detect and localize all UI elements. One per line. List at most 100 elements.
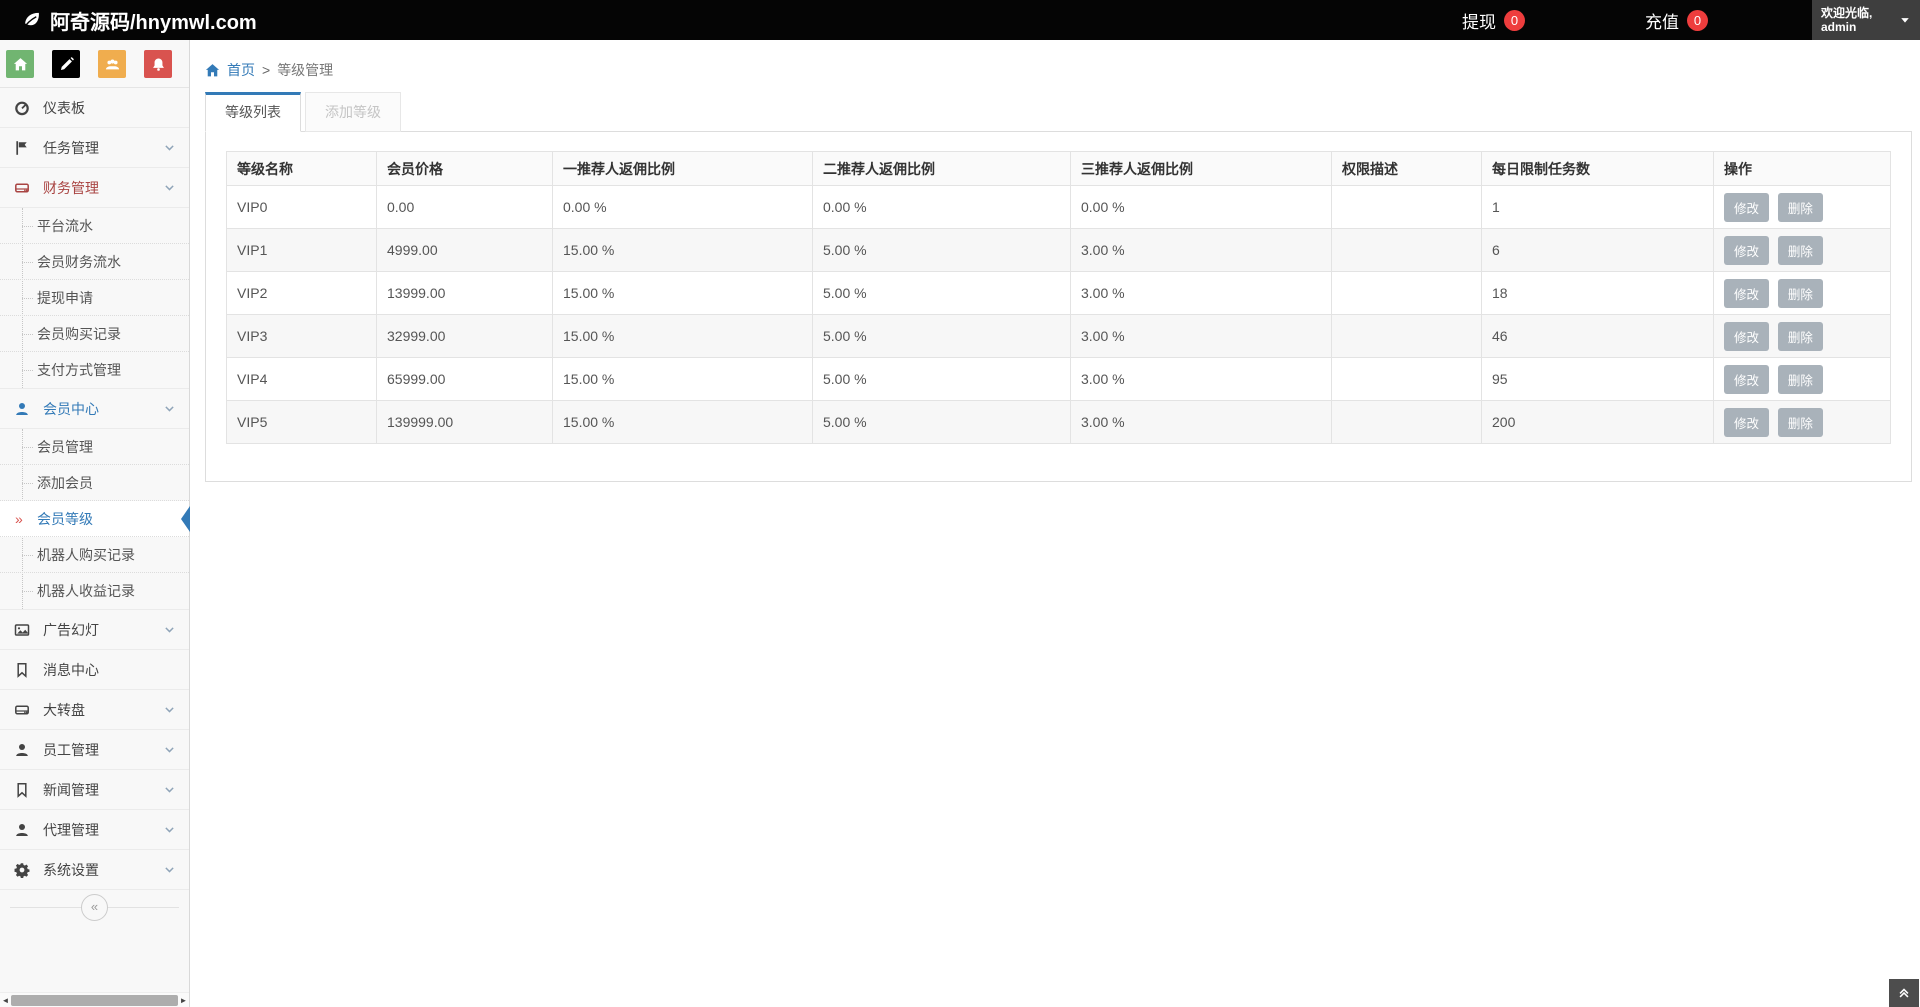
users-icon	[105, 57, 120, 72]
sidebar-subitem-member-management[interactable]: 会员管理	[0, 429, 189, 465]
cell-permission	[1332, 401, 1482, 444]
notifications-quick-button[interactable]	[144, 50, 172, 78]
user-icon	[13, 822, 31, 838]
chevron-down-icon	[163, 743, 176, 756]
sidebar-item-task-management[interactable]: 任务管理	[0, 128, 189, 168]
scroll-right-arrow-icon[interactable]: ►	[178, 996, 189, 1005]
home-icon	[13, 57, 28, 72]
edit-button[interactable]: 修改	[1724, 408, 1769, 437]
cell-rate-1: 15.00 %	[553, 401, 813, 444]
chevron-down-icon	[163, 402, 176, 415]
withdraw-badge: 0	[1504, 10, 1525, 31]
cell-rate-2: 5.00 %	[813, 358, 1071, 401]
cell-rate-2: 5.00 %	[813, 401, 1071, 444]
sidebar-item-staff-management[interactable]: 员工管理	[0, 730, 189, 770]
page-title: 等级管理	[277, 60, 333, 80]
cell-permission	[1332, 229, 1482, 272]
main-content: 首页 > 等级管理 等级列表 添加等级 等级名称 会员价格 一推荐人返佣比例	[190, 40, 1920, 1007]
cell-permission	[1332, 358, 1482, 401]
delete-button[interactable]: 删除	[1778, 408, 1823, 437]
cell-level-name: VIP1	[227, 229, 377, 272]
cell-daily-limit: 200	[1482, 401, 1714, 444]
cell-permission	[1332, 315, 1482, 358]
cell-daily-limit: 6	[1482, 229, 1714, 272]
tab-add-level[interactable]: 添加等级	[305, 92, 401, 132]
edit-button[interactable]: 修改	[1724, 322, 1769, 351]
cell-rate-1: 15.00 %	[553, 315, 813, 358]
sidebar-item-message-center[interactable]: 消息中心	[0, 650, 189, 690]
quick-buttons	[0, 40, 189, 88]
brand-title: 阿奇源码/hnymwl.com	[50, 6, 257, 35]
cell-rate-3: 3.00 %	[1071, 401, 1332, 444]
scrollbar-thumb[interactable]	[11, 995, 178, 1006]
sidebar-subitem-robot-purchase-records[interactable]: 机器人购买记录	[0, 537, 189, 573]
delete-button[interactable]: 删除	[1778, 279, 1823, 308]
finance-submenu: 平台流水 会员财务流水 提现申请 会员购买记录 支付方式管理	[0, 208, 189, 389]
cell-level-name: VIP4	[227, 358, 377, 401]
breadcrumb: 首页 > 等级管理	[205, 60, 1912, 80]
sidebar-subitem-withdraw-requests[interactable]: 提现申请	[0, 280, 189, 316]
caret-down-icon	[1899, 14, 1911, 26]
level-list-panel: 等级名称 会员价格 一推荐人返佣比例 二推荐人返佣比例 三推荐人返佣比例 权限描…	[205, 132, 1912, 482]
sidebar-subitem-member-levels[interactable]: » 会员等级	[0, 501, 189, 537]
sidebar-collapse-button[interactable]: «	[81, 894, 108, 921]
chevron-down-icon	[163, 823, 176, 836]
scroll-left-arrow-icon[interactable]: ◄	[0, 996, 11, 1005]
sidebar-subitem-add-member[interactable]: 添加会员	[0, 465, 189, 501]
recharge-stat[interactable]: 充值 0	[1645, 8, 1708, 33]
table-row: VIP4 65999.00 15.00 % 5.00 % 3.00 % 95 修…	[227, 358, 1891, 401]
welcome-text: 欢迎光临,	[1821, 6, 1872, 20]
sidebar-subitem-robot-earning-records[interactable]: 机器人收益记录	[0, 573, 189, 609]
edit-button[interactable]: 修改	[1724, 193, 1769, 222]
cell-rate-2: 5.00 %	[813, 229, 1071, 272]
sidebar-item-news-management[interactable]: 新闻管理	[0, 770, 189, 810]
gear-icon	[13, 862, 31, 878]
delete-button[interactable]: 删除	[1778, 365, 1823, 394]
sidebar-subitem-member-finance-flow[interactable]: 会员财务流水	[0, 244, 189, 280]
edit-button[interactable]: 修改	[1724, 365, 1769, 394]
withdraw-stat[interactable]: 提现 0	[1462, 8, 1525, 33]
sidebar-menu: 仪表板 任务管理 财务管理 平台流水 会员财务流水 提现申请 会员购买记录 支付…	[0, 88, 189, 890]
chevron-down-icon	[163, 783, 176, 796]
cell-rate-1: 15.00 %	[553, 358, 813, 401]
delete-button[interactable]: 删除	[1778, 193, 1823, 222]
sidebar-item-dashboard[interactable]: 仪表板	[0, 88, 189, 128]
column-rate-2: 二推荐人返佣比例	[813, 152, 1071, 186]
active-marker-icon: »	[15, 512, 23, 526]
edit-quick-button[interactable]	[52, 50, 80, 78]
sidebar-item-member-center[interactable]: 会员中心	[0, 389, 189, 429]
cell-actions: 修改 删除	[1714, 186, 1891, 229]
recharge-label: 充值	[1645, 8, 1679, 33]
top-bar: 阿奇源码/hnymwl.com 提现 0 充值 0 欢迎光临, admin	[0, 0, 1920, 40]
sidebar-item-finance-management[interactable]: 财务管理	[0, 168, 189, 208]
member-submenu: 会员管理 添加会员 » 会员等级 机器人购买记录 机器人收益记录	[0, 429, 189, 610]
tab-level-list[interactable]: 等级列表	[205, 92, 301, 132]
home-quick-button[interactable]	[6, 50, 34, 78]
sidebar-item-system-settings[interactable]: 系统设置	[0, 850, 189, 890]
sidebar-item-agent-management[interactable]: 代理管理	[0, 810, 189, 850]
sidebar-item-ad-slides[interactable]: 广告幻灯	[0, 610, 189, 650]
brand[interactable]: 阿奇源码/hnymwl.com	[0, 6, 257, 35]
breadcrumb-home-link[interactable]: 首页	[227, 60, 255, 80]
sidebar-subitem-platform-flow[interactable]: 平台流水	[0, 208, 189, 244]
cell-rate-1: 0.00 %	[553, 186, 813, 229]
user-menu[interactable]: 欢迎光临, admin	[1812, 0, 1920, 40]
cell-permission	[1332, 272, 1482, 315]
cell-price: 65999.00	[377, 358, 553, 401]
delete-button[interactable]: 删除	[1778, 322, 1823, 351]
sidebar-subitem-member-purchase-records[interactable]: 会员购买记录	[0, 316, 189, 352]
users-quick-button[interactable]	[98, 50, 126, 78]
pencil-icon	[59, 57, 74, 72]
hdd-icon	[13, 180, 31, 196]
scroll-to-top-button[interactable]	[1889, 979, 1919, 1007]
sidebar-item-lucky-wheel[interactable]: 大转盘	[0, 690, 189, 730]
bell-icon	[151, 57, 166, 72]
cell-rate-3: 3.00 %	[1071, 315, 1332, 358]
edit-button[interactable]: 修改	[1724, 236, 1769, 265]
delete-button[interactable]: 删除	[1778, 236, 1823, 265]
cell-daily-limit: 46	[1482, 315, 1714, 358]
sidebar-subitem-payment-method-management[interactable]: 支付方式管理	[0, 352, 189, 388]
edit-button[interactable]: 修改	[1724, 279, 1769, 308]
horizontal-scrollbar: ◄ ►	[0, 992, 189, 1007]
column-permission: 权限描述	[1332, 152, 1482, 186]
